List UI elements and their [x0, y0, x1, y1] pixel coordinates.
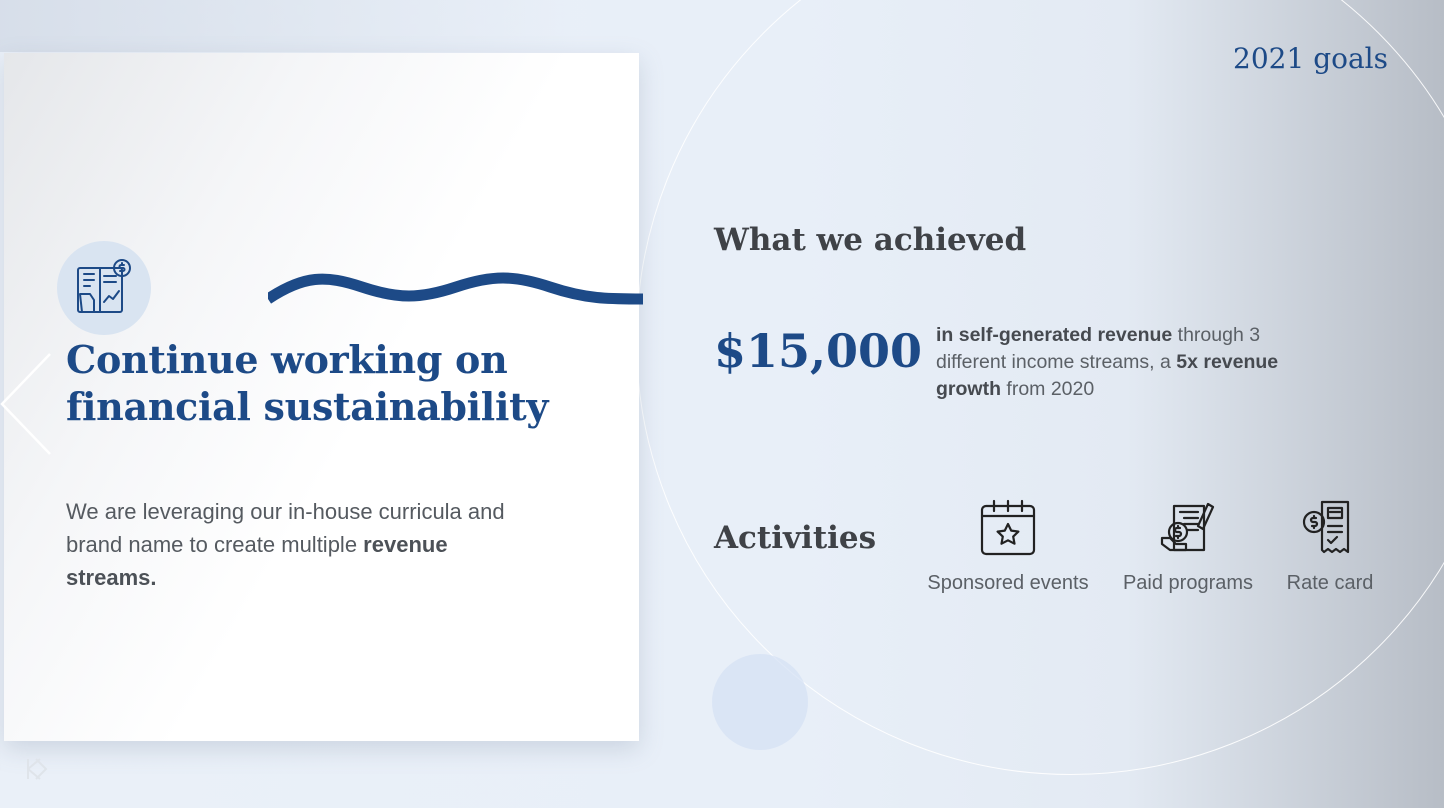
- slide-section-title: 2021 goals: [1233, 42, 1388, 75]
- activity-paid-programs: Paid programs: [1116, 498, 1260, 595]
- achieved-heading: What we achieved: [714, 222, 1027, 258]
- activity-rate-card: Rate card: [1282, 498, 1378, 595]
- icon-badge: [57, 241, 151, 335]
- hand-coin-document-icon: [1160, 502, 1215, 552]
- card-title: Continue working on financial sustainabi…: [66, 337, 549, 429]
- activity-sponsored-events: Sponsored events: [920, 498, 1096, 595]
- activities-heading: Activities: [714, 520, 877, 556]
- previous-slide-chevron-icon[interactable]: [0, 352, 52, 456]
- decorative-small-circle: [712, 654, 808, 750]
- card-body: We are leveraging our in-house curricula…: [66, 495, 536, 594]
- calendar-star-icon: [980, 499, 1036, 556]
- activity-label: Rate card: [1286, 572, 1374, 594]
- desc-text-2: from 2020: [1000, 378, 1095, 400]
- revenue-amount: $15,000: [714, 324, 923, 378]
- wave-decoration: [268, 272, 643, 305]
- revenue-description: in self-generated revenue through 3 diff…: [936, 322, 1296, 403]
- content-card: Continue working on financial sustainabi…: [4, 53, 643, 741]
- receipt-coin-icon: [1302, 500, 1350, 554]
- k-logo-icon: [24, 756, 50, 782]
- activity-label: Sponsored events: [927, 572, 1089, 594]
- financial-report-icon: [77, 259, 131, 313]
- activity-label: Paid programs: [1122, 572, 1254, 594]
- desc-emphasis-1: in self-generated revenue: [936, 324, 1173, 346]
